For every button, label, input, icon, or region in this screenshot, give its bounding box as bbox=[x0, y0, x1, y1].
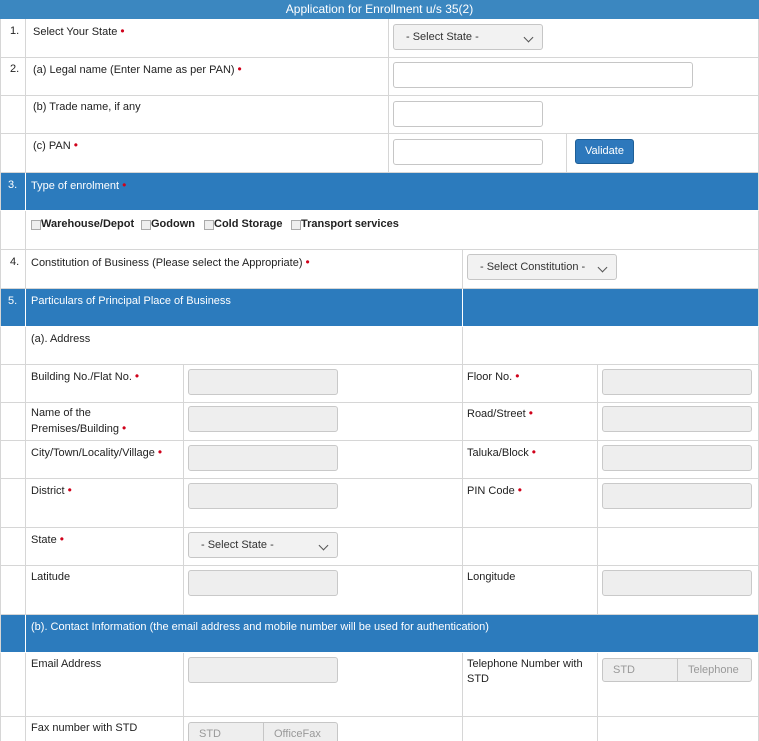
godown-label: Godown bbox=[151, 218, 195, 230]
row-building-floor: Building No./Flat No. • Floor No. • bbox=[0, 365, 759, 403]
warehouse-label: Warehouse/Depot bbox=[41, 218, 135, 230]
road-input[interactable] bbox=[602, 406, 752, 432]
godown-checkbox[interactable] bbox=[141, 220, 151, 230]
select-state-label: Select Your State bbox=[33, 26, 118, 38]
trade-name-input[interactable] bbox=[393, 101, 543, 127]
pin-label: PIN Code bbox=[467, 485, 515, 497]
transport-services-checkbox[interactable] bbox=[291, 220, 301, 230]
required-marker: • bbox=[515, 369, 520, 383]
district-label: District bbox=[31, 485, 65, 497]
required-marker: • bbox=[73, 138, 78, 152]
chevron-down-icon bbox=[318, 540, 329, 551]
row-premises-road: Name of the Premises/Building • Road/Stre… bbox=[0, 403, 759, 441]
row-email-telephone: Email Address Telephone Number with STD … bbox=[0, 653, 759, 717]
email-label: Email Address bbox=[31, 658, 102, 670]
fax-input[interactable]: OfficeFax bbox=[274, 723, 321, 741]
required-marker: • bbox=[157, 445, 163, 459]
pan-label: (c) PAN bbox=[33, 140, 71, 152]
required-marker: • bbox=[305, 255, 310, 269]
row-select-state: 1. Select Your State • - Select State - bbox=[0, 19, 759, 58]
longitude-label: Longitude bbox=[467, 571, 516, 583]
address-state-select[interactable]: - Select State - bbox=[188, 532, 338, 558]
row-lat-long: Latitude Longitude bbox=[0, 566, 759, 615]
form-title: Application for Enrollment u/s 35(2) bbox=[0, 0, 759, 19]
road-label: Road/Street bbox=[467, 408, 526, 420]
row-enrolment-options: Warehouse/Depot Godown Cold Storage Tran… bbox=[0, 211, 759, 250]
pan-input[interactable] bbox=[393, 139, 543, 165]
constitution-label: Constitution of Business (Please select … bbox=[31, 257, 303, 269]
std-input[interactable]: STD bbox=[613, 659, 635, 681]
section-principal-place: 5. Particulars of Principal Place of Bus… bbox=[0, 289, 759, 327]
principal-place-label: Particulars of Principal Place of Busine… bbox=[31, 295, 231, 307]
legal-name-label: (a) Legal name (Enter Name as per PAN) bbox=[33, 64, 235, 76]
address-label: (a). Address bbox=[31, 333, 91, 345]
pin-input[interactable] bbox=[602, 483, 752, 509]
fax-std-input[interactable]: STD bbox=[199, 723, 221, 741]
required-marker: • bbox=[134, 369, 140, 383]
cold-storage-label: Cold Storage bbox=[214, 218, 283, 230]
row-district-pin: District • PIN Code • bbox=[0, 479, 759, 528]
state-label: State bbox=[31, 534, 57, 546]
chevron-down-icon bbox=[597, 262, 608, 273]
telephone-label-line1: Telephone Number with bbox=[467, 658, 583, 670]
chevron-down-icon bbox=[523, 32, 534, 43]
section-contact-information: (b). Contact Information (the email addr… bbox=[0, 615, 759, 653]
building-input[interactable] bbox=[188, 369, 338, 395]
validate-button[interactable]: Validate bbox=[575, 139, 634, 164]
row-number: 2. bbox=[10, 63, 20, 75]
warehouse-checkbox[interactable] bbox=[31, 220, 41, 230]
premises-input[interactable] bbox=[188, 406, 338, 432]
district-input[interactable] bbox=[188, 483, 338, 509]
telephone-label-line2: STD bbox=[467, 673, 489, 685]
required-marker: • bbox=[122, 178, 127, 192]
required-marker: • bbox=[528, 406, 533, 420]
required-marker: • bbox=[120, 24, 125, 38]
cold-storage-checkbox[interactable] bbox=[204, 220, 214, 230]
section-type-of-enrolment: 3. Type of enrolment • bbox=[0, 173, 759, 211]
type-of-enrolment-label: Type of enrolment bbox=[31, 180, 120, 192]
row-fax: Fax number with STD STD OfficeFax bbox=[0, 717, 759, 741]
transport-services-label: Transport services bbox=[301, 218, 399, 230]
row-constitution: 4. Constitution of Business (Please sele… bbox=[0, 250, 759, 289]
trade-name-label: (b) Trade name, if any bbox=[33, 101, 141, 113]
premises-label-line1: Name of the bbox=[31, 407, 91, 419]
required-marker: • bbox=[122, 421, 127, 435]
row-pan: (c) PAN • Validate bbox=[0, 134, 759, 173]
building-label: Building No./Flat No. bbox=[31, 371, 132, 383]
premises-label-line2: Premises/Building bbox=[31, 423, 120, 435]
row-state: State • - Select State - bbox=[0, 528, 759, 566]
required-marker: • bbox=[531, 445, 536, 459]
row-number: 1. bbox=[10, 25, 20, 37]
row-address-heading: (a). Address bbox=[0, 327, 759, 365]
latitude-label: Latitude bbox=[31, 571, 71, 583]
taluka-label: Taluka/Block bbox=[467, 447, 529, 459]
taluka-input[interactable] bbox=[602, 445, 752, 471]
required-marker: • bbox=[59, 532, 64, 546]
required-marker: • bbox=[67, 483, 72, 497]
longitude-input[interactable] bbox=[602, 570, 752, 596]
required-marker: • bbox=[517, 483, 522, 497]
row-number: 5. bbox=[8, 295, 18, 307]
telephone-group: STD Telephone bbox=[602, 658, 752, 682]
city-label: City/Town/Locality/Village bbox=[31, 447, 155, 459]
required-marker: • bbox=[237, 62, 242, 76]
row-trade-name: (b) Trade name, if any bbox=[0, 96, 759, 134]
latitude-input[interactable] bbox=[188, 570, 338, 596]
legal-name-input[interactable] bbox=[393, 62, 693, 88]
fax-label: Fax number with STD bbox=[31, 722, 138, 734]
city-input[interactable] bbox=[188, 445, 338, 471]
row-city-taluka: City/Town/Locality/Village • Taluka/Block… bbox=[0, 441, 759, 479]
constitution-select[interactable]: - Select Constitution - bbox=[467, 254, 617, 280]
floor-label: Floor No. bbox=[467, 371, 513, 383]
row-number: 4. bbox=[10, 256, 20, 268]
contact-information-label: (b). Contact Information (the email addr… bbox=[31, 621, 489, 633]
telephone-input[interactable]: Telephone bbox=[688, 659, 739, 681]
row-legal-name: 2. (a) Legal name (Enter Name as per PAN… bbox=[0, 58, 759, 96]
row-number: 3. bbox=[8, 179, 18, 191]
floor-input[interactable] bbox=[602, 369, 752, 395]
fax-group: STD OfficeFax bbox=[188, 722, 338, 741]
email-input[interactable] bbox=[188, 657, 338, 683]
state-select[interactable]: - Select State - bbox=[393, 24, 543, 50]
